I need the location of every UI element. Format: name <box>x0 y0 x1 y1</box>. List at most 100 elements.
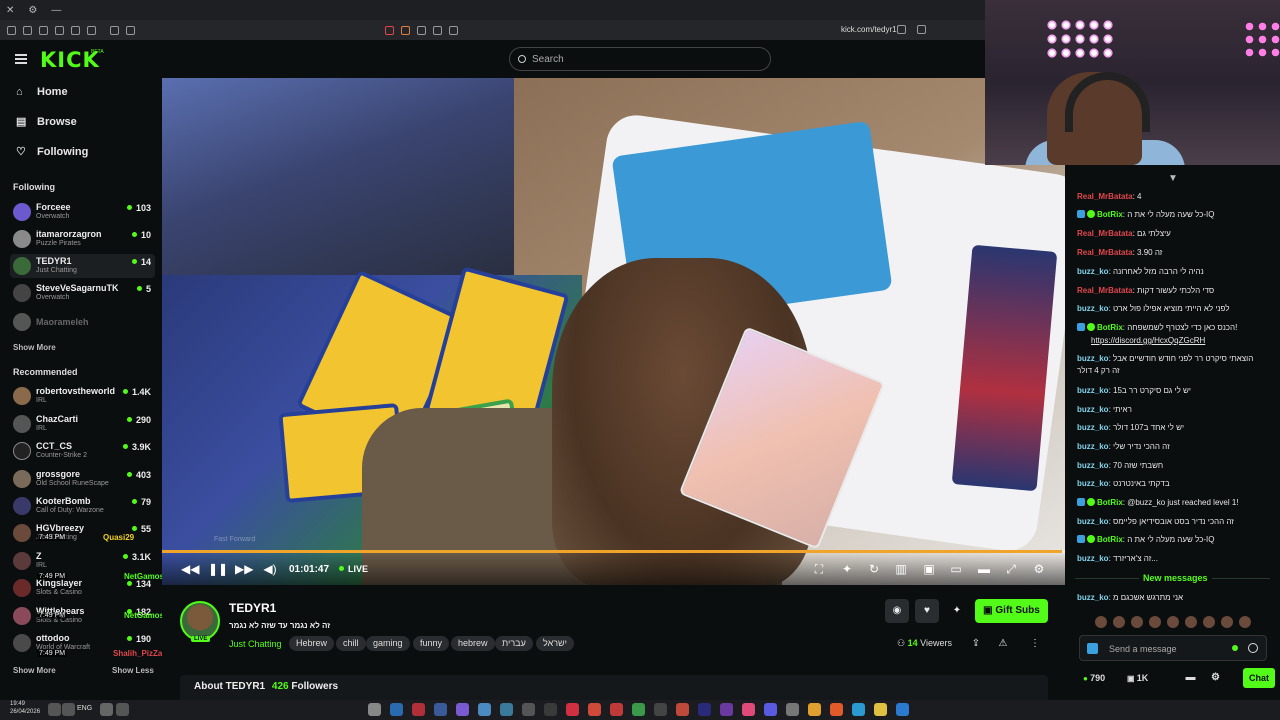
emoji-icon[interactable] <box>1248 643 1258 653</box>
sparkle-icon[interactable]: ✦ <box>840 562 854 576</box>
recommended-channel[interactable]: KooterBomb Call of Duty: Warzone 79 <box>10 494 155 518</box>
app-icon[interactable] <box>632 703 645 716</box>
music-icon[interactable] <box>87 25 96 35</box>
nav-home[interactable]: ⌂ Home <box>16 86 68 98</box>
video-player[interactable]: Fast Forward ◀◀ ❚❚ ▶▶ ◀) 01:01:47 LIVE ⛶… <box>162 78 1065 585</box>
rewind-icon[interactable]: ◀◀ <box>181 562 199 576</box>
show-less-recommended[interactable]: Show Less <box>112 666 154 675</box>
chevron-down-icon[interactable]: ▼ <box>1168 173 1178 184</box>
edge-icon[interactable] <box>852 703 865 716</box>
edit-icon[interactable] <box>449 25 458 35</box>
translate-icon[interactable] <box>897 25 906 34</box>
language-indicator[interactable]: ENG <box>77 705 92 712</box>
tag-chip[interactable]: chill <box>336 636 366 651</box>
sparkle-icon[interactable]: ✦ <box>945 599 969 623</box>
nav-browse[interactable]: ▤ Browse <box>16 116 77 128</box>
app-icon[interactable] <box>676 703 689 716</box>
system-clock[interactable]: 19:49 26/04/2026 <box>10 700 40 716</box>
app-icon[interactable] <box>478 703 491 716</box>
bookmarks-icon[interactable] <box>71 25 80 35</box>
app-icon[interactable] <box>764 703 777 716</box>
close-window-icon[interactable]: ✕ <box>6 5 14 16</box>
screenshot-icon[interactable] <box>110 25 119 35</box>
following-channel-steve[interactable]: SteveVeSagarnuTK Overwatch 5 <box>10 281 155 305</box>
app-icon[interactable] <box>434 703 447 716</box>
tag-chip[interactable]: Hebrew <box>289 636 335 651</box>
recommended-channel[interactable]: robertovstheworld IRL 1.4K <box>10 384 155 408</box>
minimize-icon[interactable]: — <box>51 5 61 16</box>
chat-link[interactable]: https://discord.gg/HcxQqZGcRH <box>1091 335 1280 346</box>
settings-icon[interactable]: ⚙ <box>28 5 37 16</box>
following-channel-tedyr1[interactable]: TEDYR1 Just Chatting 14 <box>10 254 155 278</box>
share-icon[interactable] <box>417 25 426 35</box>
stats-icon[interactable]: ▥ <box>894 562 908 576</box>
clip-icon[interactable]: ⛶ <box>812 562 826 576</box>
recommended-channel[interactable]: grossgore Old School RuneScape 403 <box>10 467 155 491</box>
app-icon[interactable] <box>786 703 799 716</box>
app-icon[interactable] <box>544 703 557 716</box>
notification-bell-icon[interactable]: ◉ <box>885 599 909 623</box>
brave-shield-icon[interactable] <box>385 25 394 35</box>
menu-icon[interactable] <box>15 54 27 64</box>
address-bar[interactable]: kick.com/tedyr1 <box>841 25 897 34</box>
tag-chip[interactable]: funny <box>413 636 450 651</box>
search-input[interactable]: Search <box>509 47 771 71</box>
report-icon[interactable]: ⚠ <box>991 632 1015 656</box>
app-icon[interactable] <box>720 703 733 716</box>
sidebar-toggle-icon[interactable] <box>7 25 16 35</box>
steam-icon[interactable] <box>390 703 403 716</box>
app-icon[interactable] <box>566 703 579 716</box>
app-icon[interactable] <box>412 703 425 716</box>
chat-icon[interactable] <box>126 25 135 35</box>
chat-send-button[interactable]: Chat <box>1243 668 1275 688</box>
emote-bar[interactable] <box>1095 616 1275 630</box>
pip-icon[interactable]: ▣ <box>922 562 936 576</box>
new-messages-label[interactable]: New messages <box>1139 573 1212 583</box>
tag-chip[interactable]: gaming <box>366 636 410 651</box>
chrome-icon[interactable] <box>808 703 821 716</box>
more-icon[interactable]: ⋮ <box>1023 632 1047 656</box>
volume-icon[interactable] <box>48 703 61 716</box>
app-icon[interactable] <box>456 703 469 716</box>
volume-icon[interactable]: ◀) <box>263 562 277 576</box>
kick-points[interactable]: 1K <box>1127 673 1149 683</box>
share-icon[interactable]: ⇪ <box>964 632 988 656</box>
channel-avatar[interactable] <box>180 601 220 641</box>
channel-points[interactable]: 790 <box>1083 673 1105 683</box>
show-more-recommended[interactable]: Show More <box>13 666 56 675</box>
rewards-icon[interactable] <box>401 25 410 35</box>
recommended-channel[interactable]: ChazCarti IRL 290 <box>10 412 155 436</box>
bookmark-icon[interactable] <box>917 25 926 34</box>
tag-chip[interactable]: ישראל <box>536 636 574 651</box>
windows-icon[interactable] <box>896 703 909 716</box>
following-channel-forceee[interactable]: Forceee Overwatch 103 <box>10 200 155 224</box>
recommended-channel[interactable]: CCT_CS Counter-Strike 2 3.9K <box>10 439 155 463</box>
theater-mode-icon[interactable]: ▬ <box>977 562 991 576</box>
settings-icon[interactable]: ⚙ <box>1032 562 1046 576</box>
history-icon[interactable] <box>55 25 64 35</box>
battery-icon[interactable] <box>116 703 129 716</box>
live-indicator[interactable]: LIVE <box>339 564 368 574</box>
app-icon[interactable] <box>588 703 601 716</box>
settings-icon[interactable]: ⚙ <box>1210 672 1221 683</box>
app-icon[interactable] <box>742 703 755 716</box>
following-channel-itamarorzagron[interactable]: itamarorzagron Puzzle Pirates 10 <box>10 227 155 251</box>
show-more-following[interactable]: Show More <box>13 343 56 352</box>
nav-following[interactable]: ♡ Following <box>16 146 88 158</box>
tag-chip[interactable]: עברית <box>495 636 533 651</box>
app-icon[interactable] <box>522 703 535 716</box>
following-channel-maorameleh[interactable]: Maorameleh <box>10 310 155 334</box>
wifi-icon[interactable] <box>62 703 75 716</box>
gift-subs-button[interactable]: ▣ Gift Subs <box>975 599 1048 623</box>
fullscreen-icon[interactable]: ⤢ <box>1004 562 1018 576</box>
app-icon[interactable] <box>654 703 667 716</box>
tag-chip[interactable]: hebrew <box>451 636 495 651</box>
chat-bubble-icon[interactable]: ▬ <box>1185 672 1196 683</box>
replay-icon[interactable]: ↻ <box>867 562 881 576</box>
app-icon[interactable] <box>610 703 623 716</box>
stream-category[interactable]: Just Chatting <box>229 639 282 649</box>
folder-icon[interactable] <box>874 703 887 716</box>
app-icon[interactable] <box>698 703 711 716</box>
pause-icon[interactable]: ❚❚ <box>208 562 228 576</box>
fast-forward-icon[interactable]: ▶▶ <box>235 562 253 576</box>
